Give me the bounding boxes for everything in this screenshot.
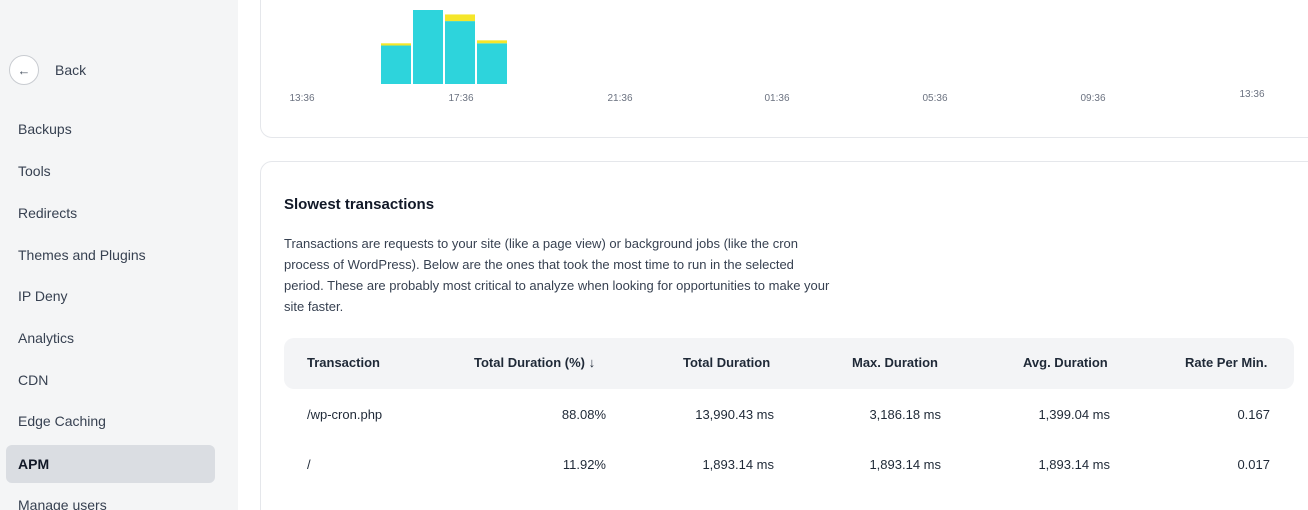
sidebar-item-tools[interactable]: Tools xyxy=(6,152,215,190)
cell-total-duration: 13,990.43 ms xyxy=(695,407,774,422)
section-description: Transactions are requests to your site (… xyxy=(284,236,830,314)
chart-bar-segment-lower[interactable] xyxy=(381,45,411,84)
x-axis-tick-label: 13:36 xyxy=(1239,89,1264,100)
table-header xyxy=(284,338,1294,389)
cell-max-duration: 3,186.18 ms xyxy=(869,407,941,422)
cell-rate-per-min: 0.167 xyxy=(1237,407,1270,422)
sidebar-item-redirects[interactable]: Redirects xyxy=(6,194,215,232)
chart-bar-segment-lower[interactable] xyxy=(445,21,475,85)
cell-avg-duration: 1,399.04 ms xyxy=(1038,407,1110,422)
cell-total-duration: 1,893.14 ms xyxy=(702,457,774,472)
cell-total-duration-percent: 88.08% xyxy=(561,407,606,422)
sidebar-item-apm[interactable]: APM xyxy=(6,445,215,483)
x-axis-tick-label: 21:36 xyxy=(607,93,632,104)
transactions-chart: 13:36 17:36 21:36 01:36 05:36 09:36 13:36 xyxy=(289,10,1265,104)
sidebar-item-edge-caching[interactable]: Edge Caching xyxy=(6,402,215,440)
slowest-transactions-card xyxy=(260,161,1308,510)
cell-total-duration-percent: 11.92% xyxy=(562,457,606,472)
x-axis-tick-label: 13:36 xyxy=(289,93,314,104)
x-axis-tick-label: 09:36 xyxy=(1080,93,1105,104)
cell-rate-per-min: 0.017 xyxy=(1237,457,1270,472)
column-header-transaction[interactable]: Transaction xyxy=(307,355,380,370)
cell-transaction[interactable]: /wp-cron.php xyxy=(307,407,382,422)
x-axis-tick-label: 17:36 xyxy=(448,93,473,104)
column-header-avg-duration[interactable]: Avg. Duration xyxy=(1023,355,1108,370)
chart-bar-segment-upper[interactable] xyxy=(381,43,411,46)
cell-max-duration: 1,893.14 ms xyxy=(869,457,941,472)
column-header-total-duration-percent[interactable]: Total Duration (%) ↓ xyxy=(474,355,595,370)
chart-bar-segment-upper[interactable] xyxy=(477,40,507,44)
column-header-max-duration[interactable]: Max. Duration xyxy=(852,355,938,370)
sidebar-item-cdn[interactable]: CDN xyxy=(6,361,215,399)
column-header-total-duration[interactable]: Total Duration xyxy=(683,355,770,370)
chart-bar-segment-upper[interactable] xyxy=(445,14,475,22)
x-axis-tick-label: 01:36 xyxy=(764,93,789,104)
sidebar-item-manage-users[interactable]: Manage users xyxy=(6,486,215,510)
cell-avg-duration: 1,893.14 ms xyxy=(1038,457,1110,472)
app-window: ← Back Backups Tools Redirects Themes an… xyxy=(0,0,1308,510)
sidebar-item-ip-deny[interactable]: IP Deny xyxy=(6,277,215,315)
sidebar-item-analytics[interactable]: Analytics xyxy=(6,319,215,357)
column-header-rate-per-min[interactable]: Rate Per Min. xyxy=(1185,355,1267,370)
section-title: Slowest transactions xyxy=(284,196,435,213)
x-axis-tick-label: 05:36 xyxy=(922,93,947,104)
chart-bar-segment-lower[interactable] xyxy=(477,43,507,84)
chart-bar-segment-lower[interactable] xyxy=(413,10,443,84)
cell-transaction[interactable]: / xyxy=(307,457,311,472)
sidebar-item-themes-and-plugins[interactable]: Themes and Plugins xyxy=(6,236,215,274)
